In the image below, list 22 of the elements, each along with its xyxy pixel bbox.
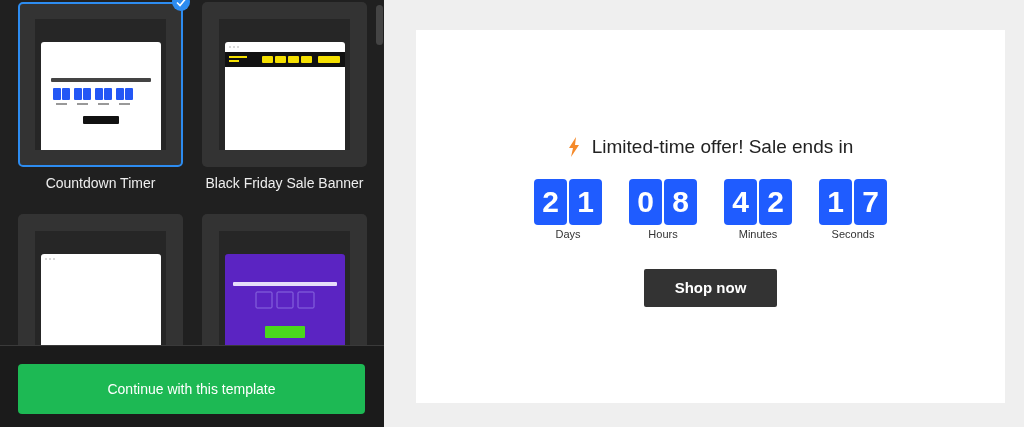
unit-label: Seconds [831, 226, 875, 242]
unit-label: Hours [648, 226, 678, 242]
digit-tile: 1 [569, 178, 602, 225]
digit-tile: 4 [724, 178, 757, 225]
digit-tile: 0 [629, 178, 662, 225]
digit-tile: 2 [759, 178, 792, 225]
digit-tile: 1 [819, 178, 852, 225]
lightning-icon [567, 137, 580, 158]
template-name: Countdown Timer [45, 174, 156, 193]
scrollbar-thumb[interactable] [376, 5, 383, 45]
shop-button[interactable]: Shop now [644, 269, 777, 307]
template-card[interactable] [18, 2, 183, 167]
template-card[interactable] [202, 2, 367, 167]
digit-tile: 7 [854, 178, 887, 225]
template-name: Black Friday Sale Banner [205, 174, 364, 193]
template-card[interactable] [202, 214, 367, 345]
unit-label: Days [555, 226, 581, 242]
digit-tile: 8 [664, 178, 697, 225]
unit-label: Minutes [738, 226, 778, 242]
template-card[interactable] [18, 214, 183, 345]
digit-tile: 2 [534, 178, 567, 225]
preview-headline: Limited-time offer! Sale ends in [591, 135, 854, 159]
